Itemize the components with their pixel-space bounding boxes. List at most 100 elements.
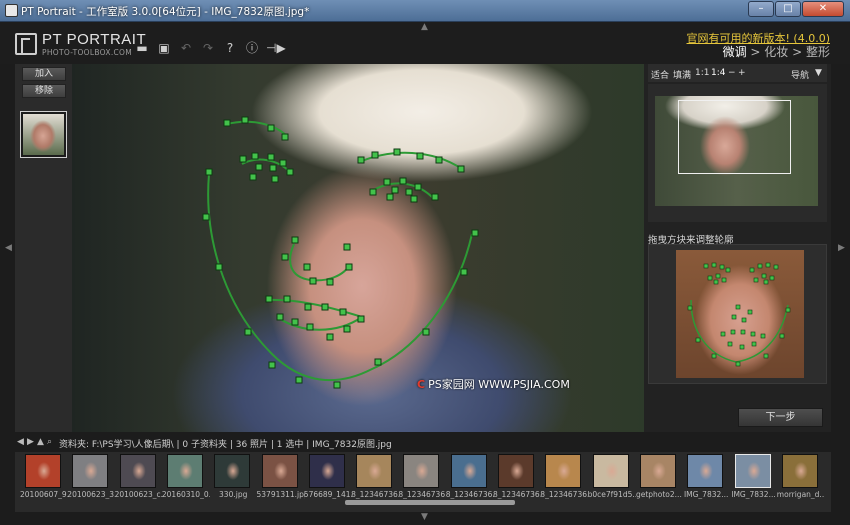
filmstrip-caption: getphoto2... [635, 490, 682, 499]
help-icon[interactable]: ? [222, 40, 238, 56]
watermark-logo: C [417, 378, 426, 391]
remove-button[interactable]: 移除 [22, 84, 66, 98]
info-icon[interactable]: ⓘ [244, 40, 260, 56]
filmstrip-item[interactable]: IMG_7832... [683, 454, 728, 506]
filmstrip-item[interactable]: 8_12346736... [445, 454, 494, 506]
photo-canvas[interactable]: C PS家园网 WWW.PSJIA.COM [72, 64, 644, 432]
tab-finetune[interactable]: 微调 [723, 45, 747, 59]
tab-reshape[interactable]: 整形 [806, 45, 830, 59]
right-panel: 适合 填满 1:1 1:4 − + 导航 ▼ 拖曳方块来调整轮廓 下一步 [644, 64, 831, 432]
collapse-left-arrow-icon[interactable]: ◀ [5, 243, 12, 253]
filmstrip-thumbnail [450, 454, 487, 488]
navigator-preview[interactable] [648, 84, 827, 222]
logo-subtitle: PHOTO-TOOLBOX.COM [42, 48, 133, 57]
filmstrip-thumbnail [119, 454, 156, 488]
filmstrip-thumbnail [781, 454, 818, 488]
filmstrip-item[interactable]: 20160310_0... [162, 454, 210, 506]
filmstrip-caption: 8_12346736... [351, 490, 399, 499]
toolbar: ▬ ▣ ↶ ↷ ? ⓘ ⊣▶ [134, 40, 286, 56]
zoom-1-4-button[interactable]: 1:4 [711, 68, 725, 78]
filmstrip-item[interactable]: 330.jpg [210, 454, 255, 506]
filmstrip-thumbnail [687, 454, 724, 488]
filmstrip-thumbnail [545, 454, 582, 488]
filmstrip-item[interactable]: 8_12346736... [493, 454, 541, 506]
filmstrip-item[interactable]: IMG_7832... [731, 454, 776, 506]
next-step-button[interactable]: 下一步 [738, 408, 823, 427]
add-button[interactable]: 加入 [22, 67, 66, 81]
filmstrip-item[interactable]: morrigan_d... [776, 454, 825, 506]
filmstrip-thumbnail [72, 454, 109, 488]
filmstrip-thumbnail [214, 454, 251, 488]
filmstrip-item[interactable]: 20100623_3... [67, 454, 115, 506]
filmstrip-caption: 8_12346736... [493, 490, 541, 499]
collapse-right-arrow-icon[interactable]: ▶ [838, 243, 845, 253]
logo-title: PT PORTRAIT [42, 31, 147, 48]
close-button[interactable]: ✕ [802, 1, 844, 17]
filmstrip-thumbnail [308, 454, 345, 488]
zoom-in-button[interactable]: + [738, 68, 746, 78]
contour-preview[interactable] [648, 244, 827, 384]
maximize-button[interactable]: □ [775, 1, 801, 17]
navigator-bar: 适合 填满 1:1 1:4 − + 导航 ▼ [648, 64, 827, 82]
filmstrip-thumbnail [592, 454, 629, 488]
filmstrip-item[interactable]: 8_12346736... [540, 454, 588, 506]
filmstrip-item[interactable]: 8_12346736... [351, 454, 399, 506]
filmstrip-caption: 330.jpg [219, 490, 248, 499]
filmstrip-caption: b0ce7f91d5... [587, 490, 636, 499]
plugin-icon[interactable]: ⊣▶ [266, 40, 286, 56]
filmstrip-item[interactable]: 20100607_9... [20, 454, 68, 506]
zoom-fill-button[interactable]: 填满 [673, 68, 691, 81]
filmstrip-caption: 20100623_c... [114, 490, 163, 499]
tab-makeup[interactable]: 化妆 [764, 45, 788, 59]
filmstrip-caption: 8_12346736... [445, 490, 494, 499]
logo-icon [15, 33, 37, 55]
zoom-fit-button[interactable]: 适合 [651, 68, 669, 81]
filmstrip-item[interactable]: 20100623_c... [114, 454, 163, 506]
selected-photo-thumbnail[interactable] [20, 111, 67, 158]
save-icon[interactable]: ▣ [156, 40, 172, 56]
folder-info-bar: ◀ ▶ ▲ ⌕ 资料夹: F:\PS学习\人像后期\ | 0 子资料夹 | 36… [15, 434, 831, 450]
search-icon[interactable]: ⌕ [47, 437, 52, 447]
filmstrip-thumbnail [403, 454, 440, 488]
filmstrip-caption: morrigan_d... [776, 490, 825, 499]
collapse-top-arrow-icon[interactable]: ▲ [421, 22, 428, 32]
collapse-bottom-arrow-icon[interactable]: ▼ [421, 512, 428, 522]
right-eye [371, 182, 435, 200]
filmstrip-caption: IMG_7832... [683, 490, 729, 499]
filmstrip-caption: IMG_7832... [731, 490, 776, 499]
viewport-rectangle[interactable] [678, 100, 791, 174]
watermark-text: PS家园网 WWW.PSJIA.COM [428, 378, 570, 391]
forward-arrow-icon[interactable]: ▶ [27, 437, 34, 447]
filmstrip-thumbnail [25, 454, 61, 488]
filmstrip-thumbnail [498, 454, 534, 488]
zoom-out-button[interactable]: − [728, 68, 736, 78]
undo-icon[interactable]: ↶ [178, 40, 194, 56]
minimize-button[interactable]: – [748, 1, 774, 17]
navigator-label: 导航 [791, 71, 810, 81]
left-panel: 加入 移除 [15, 64, 72, 432]
filmstrip-caption: 53791311.jpg [256, 490, 305, 499]
nose [289, 243, 351, 282]
filmstrip-item[interactable]: 8_12346736... [398, 454, 446, 506]
tab-separator: > [746, 45, 765, 59]
redo-icon[interactable]: ↷ [200, 40, 216, 56]
filmstrip-thumbnail [356, 454, 393, 488]
open-icon[interactable]: ▬ [134, 40, 150, 56]
back-arrow-icon[interactable]: ◀ [17, 437, 24, 447]
face-contour [207, 173, 473, 382]
filmstrip-item[interactable]: b0ce7f91d5... [587, 454, 636, 506]
filmstrip-scrollbar[interactable] [345, 500, 515, 505]
filmstrip-caption: 20100607_9... [20, 490, 68, 499]
filmstrip-item[interactable]: 53791311.jpg [256, 454, 305, 506]
landmark-points[interactable] [202, 116, 479, 389]
filmstrip-item[interactable]: 576689_141... [304, 454, 352, 506]
watermark: C PS家园网 WWW.PSJIA.COM [417, 376, 570, 392]
chevron-down-icon[interactable]: ▼ [815, 68, 822, 78]
zoom-1-1-button[interactable]: 1:1 [695, 68, 709, 78]
thumbnail-image [23, 114, 64, 155]
filmstrip-thumbnail [639, 454, 676, 488]
up-arrow-icon[interactable]: ▲ [37, 437, 44, 447]
app-icon [5, 4, 18, 17]
filmstrip-item[interactable]: getphoto2... [635, 454, 682, 506]
filmstrip-caption: 8_12346736... [398, 490, 446, 499]
